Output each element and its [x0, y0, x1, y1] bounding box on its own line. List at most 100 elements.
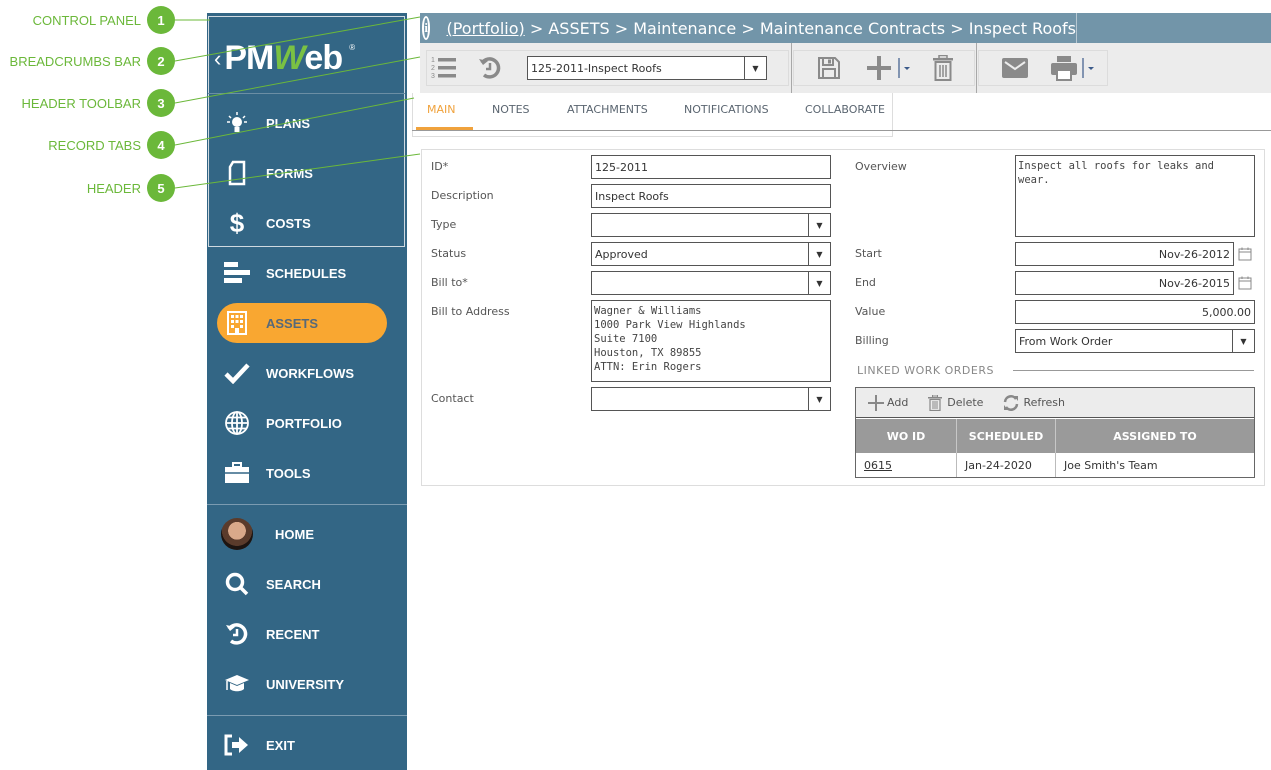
sidebar-item-recent[interactable]: RECENT: [217, 614, 387, 654]
sidebar-item-university[interactable]: UNIVERSITY: [217, 664, 387, 704]
lightbulb-icon: [217, 110, 257, 136]
add-icon[interactable]: [865, 55, 893, 81]
add-icon: [868, 394, 884, 411]
pmweb-logo[interactable]: ‹ PM Web ®: [214, 39, 355, 78]
delete-button[interactable]: Delete: [928, 394, 983, 411]
sidebar-item-tools[interactable]: TOOLS: [217, 453, 387, 493]
wo-id-link[interactable]: 0615: [864, 459, 892, 472]
sidebar-item-exit[interactable]: EXIT: [217, 725, 387, 765]
search-icon: [217, 571, 257, 597]
description-label: Description: [431, 189, 494, 202]
logo-divider: [208, 93, 405, 94]
callout-breadcrumbs-bar: BREADCRUMBS BAR 2: [10, 47, 175, 75]
globe-icon: [217, 410, 257, 436]
chevron-down-icon[interactable]: ▼: [808, 214, 830, 236]
sidebar-item-home[interactable]: HOME: [217, 514, 387, 554]
print-dropdown-icon[interactable]: [1081, 57, 1095, 79]
bill-to-address-label: Bill to Address: [431, 305, 510, 318]
back-chevron-icon[interactable]: ‹: [214, 46, 221, 72]
callout-header: HEADER 5: [87, 174, 175, 202]
type-select[interactable]: ▼: [591, 213, 831, 237]
contact-select[interactable]: ▼: [591, 387, 831, 411]
graduation-cap-icon: [217, 674, 257, 694]
tab-main[interactable]: MAIN: [427, 103, 456, 116]
sidebar-item-workflows[interactable]: WORKFLOWS: [217, 353, 387, 393]
sidebar-item-forms[interactable]: FORMS: [217, 153, 387, 193]
start-label: Start: [855, 247, 882, 260]
tab-attachments[interactable]: ATTACHMENTS: [567, 103, 648, 116]
callout-control-panel: CONTROL PANEL 1: [33, 6, 175, 34]
numbered-list-icon[interactable]: 123: [430, 55, 458, 81]
sidebar-item-assets[interactable]: ASSETS: [217, 303, 387, 343]
info-icon[interactable]: i: [422, 16, 431, 40]
table-row[interactable]: 0615 Jan-24-2020 Joe Smith's Team: [856, 453, 1254, 477]
history-icon[interactable]: [476, 55, 504, 81]
checkmark-icon: [217, 362, 257, 384]
chevron-down-icon[interactable]: ▼: [1232, 330, 1254, 352]
billing-select[interactable]: From Work Order ▼: [1015, 329, 1255, 353]
chevron-down-icon[interactable]: ▼: [808, 272, 830, 294]
callout-header-toolbar: HEADER TOOLBAR 3: [22, 89, 175, 117]
overview-field[interactable]: Inspect all roofs for leaks and wear.: [1015, 155, 1255, 237]
document-icon: [217, 160, 257, 186]
toolbar-divider: [791, 43, 792, 93]
id-field[interactable]: 125-2011: [591, 155, 831, 179]
record-select[interactable]: 125-2011-Inspect Roofs ▼: [527, 56, 767, 80]
breadcrumb-portfolio-link[interactable]: (Portfolio): [446, 19, 524, 38]
billing-label: Billing: [855, 334, 889, 347]
add-button[interactable]: Add: [868, 394, 908, 411]
email-icon[interactable]: [1001, 56, 1029, 80]
bill-to-label: Bill to*: [431, 276, 468, 289]
type-label: Type: [431, 218, 457, 231]
refresh-button[interactable]: Refresh: [1003, 394, 1065, 411]
tabs-baseline: [412, 130, 1271, 131]
sidebar-item-schedules[interactable]: SCHEDULES: [217, 253, 387, 293]
tab-collaborate[interactable]: COLLABORATE: [805, 103, 885, 116]
id-label: ID*: [431, 160, 449, 173]
chevron-down-icon[interactable]: ▼: [744, 57, 766, 79]
delete-icon[interactable]: [931, 55, 955, 81]
sidebar-item-search[interactable]: SEARCH: [217, 564, 387, 604]
bill-to-select[interactable]: ▼: [591, 271, 831, 295]
svg-text:1: 1: [431, 57, 435, 64]
sidebar-item-portfolio[interactable]: PORTFOLIO: [217, 403, 387, 443]
contact-label: Contact: [431, 392, 474, 405]
sidebar: ‹ PM Web ® PLANS FORMS $ COSTS SCHEDULES …: [207, 13, 407, 770]
value-field[interactable]: 5,000.00: [1015, 300, 1255, 324]
svg-text:3: 3: [431, 73, 435, 80]
chevron-down-icon[interactable]: ▼: [808, 388, 830, 410]
sidebar-item-costs[interactable]: $ COSTS: [217, 203, 387, 243]
save-icon[interactable]: [816, 55, 842, 81]
sidebar-divider: [207, 715, 407, 716]
value-label: Value: [855, 305, 886, 318]
header-toolbar: 123 125-2011-Inspect Roofs ▼: [420, 43, 1271, 93]
breadcrumbs-bar: i (Portfolio) > ASSETS > Maintenance > M…: [420, 13, 1271, 43]
status-select[interactable]: Approved ▼: [591, 242, 831, 266]
exit-icon: [217, 734, 257, 756]
grid-toolbar: Add Delete Refresh: [856, 388, 1254, 418]
tab-notifications[interactable]: NOTIFICATIONS: [684, 103, 769, 116]
add-dropdown-icon[interactable]: [897, 57, 911, 79]
sidebar-item-plans[interactable]: PLANS: [217, 103, 387, 143]
print-icon[interactable]: [1050, 55, 1078, 81]
status-label: Status: [431, 247, 467, 260]
toolbox-icon: [217, 462, 257, 484]
start-date-field[interactable]: Nov-26-2012: [1015, 242, 1234, 266]
end-date-field[interactable]: Nov-26-2015: [1015, 271, 1234, 295]
calendar-icon[interactable]: [1238, 276, 1252, 290]
calendar-icon[interactable]: [1238, 247, 1252, 261]
description-field[interactable]: Inspect Roofs: [591, 184, 831, 208]
bill-to-address-field[interactable]: Wagner & Williams 1000 Park View Highlan…: [591, 300, 831, 382]
column-header-wo-id[interactable]: WO ID: [856, 419, 957, 453]
history-icon: [217, 621, 257, 647]
delete-icon: [928, 394, 943, 411]
column-header-scheduled[interactable]: SCHEDULED: [957, 419, 1056, 453]
chevron-down-icon[interactable]: ▼: [808, 243, 830, 265]
scheduled-cell: Jan-24-2020: [957, 453, 1056, 477]
tab-notes[interactable]: NOTES: [492, 103, 530, 116]
linked-work-orders-title: LINKED WORK ORDERS: [857, 364, 994, 377]
toolbar-divider: [976, 43, 977, 93]
dollar-icon: $: [229, 207, 245, 238]
column-header-assigned-to[interactable]: ASSIGNED TO: [1056, 419, 1254, 453]
breadcrumb-path: > ASSETS > Maintenance > Maintenance Con…: [524, 18, 1076, 38]
